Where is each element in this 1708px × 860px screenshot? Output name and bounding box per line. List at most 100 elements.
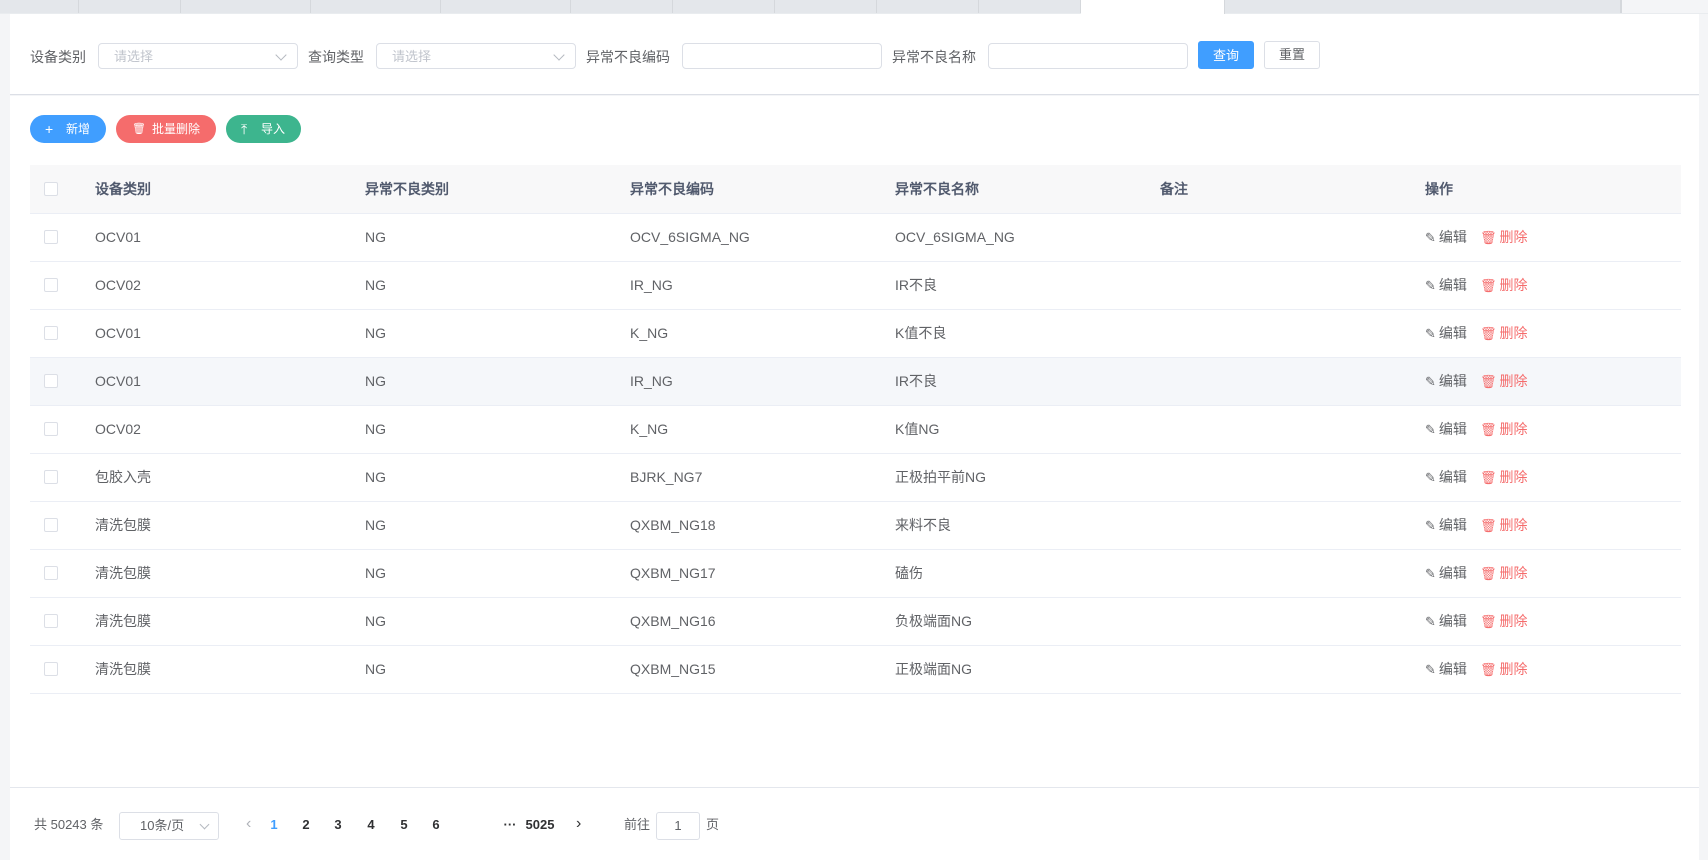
- import-label: 导入: [261, 122, 286, 136]
- row-checkbox[interactable]: [44, 614, 58, 628]
- row-checkbox[interactable]: [44, 566, 58, 580]
- edit-label: 编辑: [1438, 469, 1467, 485]
- table-row[interactable]: 包胶入壳 NG BJRK_NG7 正极拍平前NG ✎ 编辑 🗑 删除: [30, 454, 1681, 502]
- page-last[interactable]: 5025: [522, 816, 558, 834]
- tab[interactable]: [311, 0, 441, 13]
- delete-button[interactable]: 🗑 删除: [1480, 228, 1528, 247]
- table-row[interactable]: OCV02 NG K_NG K值NG ✎ 编辑 🗑 删除: [30, 406, 1681, 454]
- next-page-icon[interactable]: ›: [576, 815, 581, 833]
- delete-label: 删除: [1499, 517, 1528, 533]
- page-2[interactable]: 2: [296, 816, 316, 834]
- edit-button[interactable]: ✎ 编辑: [1425, 276, 1467, 295]
- row-checkbox[interactable]: [44, 326, 58, 340]
- tab[interactable]: [979, 0, 1081, 13]
- page-3[interactable]: 3: [328, 816, 348, 834]
- cell-device-type: OCV02: [95, 277, 141, 293]
- page-5[interactable]: 5: [394, 816, 414, 834]
- row-checkbox[interactable]: [44, 230, 58, 244]
- delete-button[interactable]: 🗑 删除: [1480, 420, 1528, 439]
- delete-button[interactable]: 🗑 删除: [1480, 468, 1528, 487]
- page-1[interactable]: 1: [264, 816, 284, 834]
- tab[interactable]: [79, 0, 181, 13]
- query-type-select[interactable]: 请选择: [376, 43, 576, 69]
- edit-button[interactable]: ✎ 编辑: [1425, 516, 1467, 535]
- tab[interactable]: [181, 0, 311, 13]
- tab[interactable]: [1621, 0, 1708, 13]
- edit-button[interactable]: ✎ 编辑: [1425, 420, 1467, 439]
- page-6[interactable]: 6: [426, 816, 446, 834]
- table-row[interactable]: OCV01 NG K_NG K值不良 ✎ 编辑 🗑 删除: [30, 310, 1681, 358]
- chevron-down-icon: [275, 49, 287, 61]
- prev-page-icon[interactable]: ‹: [246, 815, 251, 833]
- delete-button[interactable]: 🗑 删除: [1480, 276, 1528, 295]
- tab[interactable]: [877, 0, 979, 13]
- device-type-select[interactable]: 请选择: [98, 43, 298, 69]
- delete-button[interactable]: 🗑 删除: [1480, 372, 1528, 391]
- edit-button[interactable]: ✎ 编辑: [1425, 468, 1467, 487]
- table-row[interactable]: 清洗包膜 NG QXBM_NG17 磕伤 ✎ 编辑 🗑 删除: [30, 550, 1681, 598]
- tab[interactable]: [673, 0, 775, 13]
- batch-delete-label: 批量删除: [152, 122, 201, 136]
- goto-page-input[interactable]: 1: [656, 812, 700, 840]
- tab[interactable]: [441, 0, 571, 13]
- tab[interactable]: [571, 0, 673, 13]
- cell-abnormal-type: NG: [365, 229, 386, 245]
- delete-button[interactable]: 🗑 删除: [1480, 516, 1528, 535]
- select-all-checkbox[interactable]: [44, 182, 58, 196]
- top-tab-strip: [0, 0, 1708, 14]
- edit-icon: ✎: [1425, 662, 1436, 677]
- query-button[interactable]: 查询: [1198, 41, 1254, 69]
- tab-active[interactable]: [1081, 0, 1225, 14]
- tab[interactable]: [1225, 0, 1621, 13]
- delete-label: 删除: [1499, 661, 1528, 677]
- trash-icon: 🗑: [1480, 278, 1497, 293]
- row-checkbox[interactable]: [44, 470, 58, 484]
- header-abnormal-type: 异常不良类别: [365, 181, 449, 197]
- edit-button[interactable]: ✎ 编辑: [1425, 324, 1467, 343]
- delete-label: 删除: [1499, 565, 1528, 581]
- delete-button[interactable]: 🗑 删除: [1480, 660, 1528, 679]
- query-type-placeholder: 请选择: [392, 49, 432, 64]
- row-checkbox[interactable]: [44, 518, 58, 532]
- row-checkbox[interactable]: [44, 278, 58, 292]
- trash-icon: 🗑: [1480, 662, 1497, 677]
- edit-button[interactable]: ✎ 编辑: [1425, 612, 1467, 631]
- header-ops: 操作: [1425, 181, 1453, 197]
- import-button[interactable]: ⤒ 导入: [226, 115, 301, 143]
- tab[interactable]: [0, 0, 79, 13]
- name-input[interactable]: [988, 43, 1188, 69]
- row-checkbox[interactable]: [44, 374, 58, 388]
- delete-button[interactable]: 🗑 删除: [1480, 324, 1528, 343]
- page-4[interactable]: 4: [361, 816, 381, 834]
- trash-icon: 🗑: [1480, 326, 1497, 341]
- page-ellipsis[interactable]: ···: [500, 816, 520, 834]
- edit-button[interactable]: ✎ 编辑: [1425, 660, 1467, 679]
- row-checkbox[interactable]: [44, 422, 58, 436]
- data-table: 设备类别 异常不良类别 异常不良编码 异常不良名称 备注 操作 OCV01 NG O…: [30, 165, 1681, 694]
- table-row[interactable]: OCV01 NG OCV_6SIGMA_NG OCV_6SIGMA_NG ✎ 编辑 🗑 删除: [30, 214, 1681, 262]
- page-size-value: 10条/页: [140, 818, 185, 833]
- table-row[interactable]: 清洗包膜 NG QXBM_NG15 正极端面NG ✎ 编辑 🗑 删除: [30, 646, 1681, 694]
- trash-icon: 🗑: [1480, 374, 1497, 389]
- table-row[interactable]: OCV01 NG IR_NG IR不良 ✎ 编辑 🗑 删除: [30, 358, 1681, 406]
- delete-button[interactable]: 🗑 删除: [1480, 564, 1528, 583]
- edit-button[interactable]: ✎ 编辑: [1425, 372, 1467, 391]
- trash-icon: 🗑: [1480, 422, 1497, 437]
- reset-button[interactable]: 重置: [1264, 41, 1320, 69]
- cell-code: OCV_6SIGMA_NG: [630, 229, 750, 245]
- code-input[interactable]: [682, 43, 882, 69]
- trash-icon: 🗑: [1480, 566, 1497, 581]
- tab[interactable]: [775, 0, 877, 13]
- cell-device-type: OCV01: [95, 229, 141, 245]
- edit-button[interactable]: ✎ 编辑: [1425, 228, 1467, 247]
- edit-button[interactable]: ✎ 编辑: [1425, 564, 1467, 583]
- page-size-select[interactable]: 10条/页: [119, 812, 219, 840]
- table-row[interactable]: OCV02 NG IR_NG IR不良 ✎ 编辑 🗑 删除: [30, 262, 1681, 310]
- delete-label: 删除: [1499, 469, 1528, 485]
- table-row[interactable]: 清洗包膜 NG QXBM_NG18 来料不良 ✎ 编辑 🗑 删除: [30, 502, 1681, 550]
- add-button[interactable]: + 新增: [30, 115, 106, 143]
- row-checkbox[interactable]: [44, 662, 58, 676]
- batch-delete-button[interactable]: 🗑 批量删除: [116, 115, 216, 143]
- table-row[interactable]: 清洗包膜 NG QXBM_NG16 负极端面NG ✎ 编辑 🗑 删除: [30, 598, 1681, 646]
- delete-button[interactable]: 🗑 删除: [1480, 612, 1528, 631]
